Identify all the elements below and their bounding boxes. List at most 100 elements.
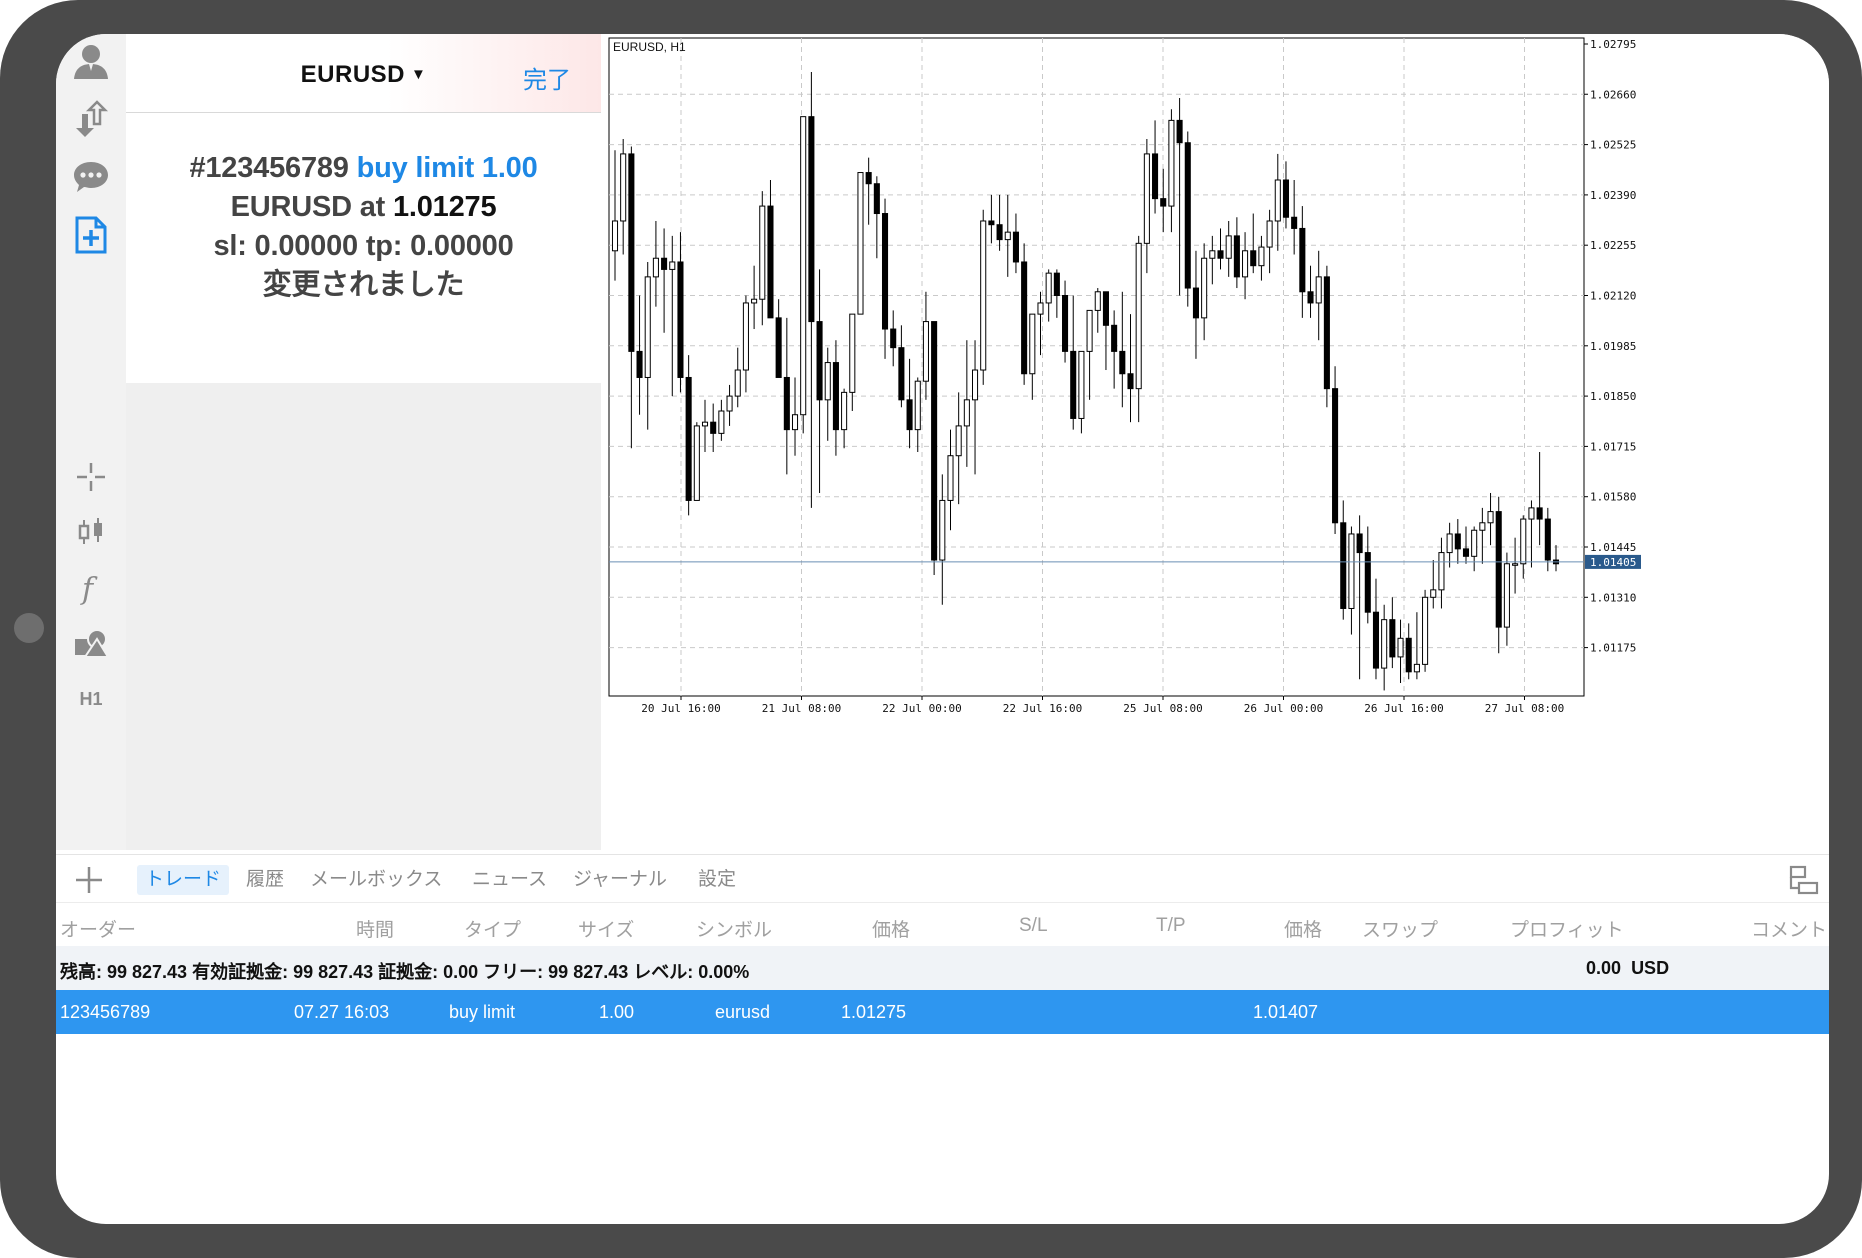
candle-body — [1062, 295, 1069, 352]
candle-body — [652, 257, 659, 278]
timeframe-button[interactable]: H1 — [66, 674, 116, 724]
cell-symbol: eurusd — [715, 1002, 771, 1022]
chevron-down-icon: ▼ — [410, 66, 427, 83]
candle-body — [1512, 563, 1519, 566]
col-order[interactable]: オーダー — [60, 915, 136, 942]
tab-news[interactable]: ニュース — [464, 865, 555, 895]
candle-body — [800, 116, 807, 416]
svg-text:f: f — [80, 572, 98, 605]
candle-body — [1454, 533, 1461, 550]
price-label: 1.02525 — [1590, 139, 1636, 152]
price-chart[interactable]: 1.02795 1.02660 1.02525 1.02390 1.02255 1.021… — [601, 34, 1829, 850]
candle-body — [636, 350, 643, 378]
price-label: 1.02795 — [1590, 38, 1636, 51]
candle-body — [1184, 142, 1191, 289]
layout-icon[interactable] — [1787, 863, 1821, 897]
candle-body — [1053, 272, 1060, 296]
objects-button[interactable] — [66, 618, 116, 668]
candle-body — [1266, 220, 1273, 248]
candle-body — [718, 410, 725, 434]
candle-body — [1160, 198, 1167, 207]
tab-journal[interactable]: ジャーナル — [565, 865, 675, 895]
col-symbol[interactable]: シンボル — [696, 915, 772, 942]
candle-body — [669, 261, 676, 270]
candle-body — [947, 455, 954, 501]
candle-body — [832, 362, 839, 431]
col-profit[interactable]: プロフィット — [1510, 915, 1624, 942]
chart-type-button[interactable] — [66, 507, 116, 557]
price-label: 1.01175 — [1590, 642, 1636, 655]
candle-body — [1323, 276, 1330, 390]
candle-body — [1405, 637, 1412, 673]
table-row[interactable]: 123456789 07.27 16:03 buy limit 1.00 eur… — [56, 990, 1829, 1034]
chart-canvas[interactable]: 1.02795 1.02660 1.02525 1.02390 1.02255 1.021… — [601, 34, 1829, 850]
candle-body — [1045, 272, 1052, 304]
col-current-price[interactable]: 価格 — [1284, 915, 1322, 942]
time-label: 26 Jul 16:00 — [1364, 702, 1443, 715]
col-tp[interactable]: T/P — [1156, 915, 1186, 937]
candle-body — [1471, 529, 1478, 557]
candle-body — [1250, 250, 1257, 267]
tab-history[interactable]: 履歴 — [238, 865, 292, 895]
candle-body — [1201, 257, 1208, 319]
col-swap[interactable]: スワップ — [1362, 915, 1438, 942]
candle-body — [881, 213, 889, 330]
candle-body — [1225, 235, 1232, 259]
candle-body — [751, 298, 758, 304]
new-order-button[interactable] — [66, 210, 116, 260]
balance-profit: 0.00 USD — [1586, 958, 1669, 979]
objects-icon — [75, 629, 109, 658]
msg-line-ticket: #123456789 buy limit 1.00 — [126, 149, 601, 188]
candle-body — [1413, 663, 1420, 673]
quotes-button[interactable] — [66, 36, 116, 86]
col-type[interactable]: タイプ — [464, 915, 521, 942]
price-label: 1.01715 — [1590, 440, 1636, 453]
candle-body — [791, 414, 799, 431]
candle-body — [1291, 216, 1298, 229]
col-time[interactable]: 時間 — [356, 915, 394, 942]
candle-body — [914, 380, 921, 431]
candle-body — [898, 347, 905, 401]
candle-body — [963, 399, 970, 427]
msg-symbol-at: EURUSD at — [230, 191, 386, 223]
crosshair-button[interactable] — [66, 452, 116, 502]
charts-button[interactable] — [66, 94, 116, 144]
tab-trade[interactable]: トレード — [137, 865, 230, 895]
candle-body — [1479, 522, 1486, 531]
candle-body — [816, 321, 823, 401]
candle-body — [759, 205, 766, 300]
col-sl[interactable]: S/L — [1019, 915, 1048, 937]
col-size[interactable]: サイズ — [578, 915, 634, 942]
messages-button[interactable] — [66, 152, 116, 202]
tab-mailbox[interactable]: メールボックス — [302, 865, 450, 895]
user-icon — [74, 45, 108, 79]
new-order-document-icon — [75, 216, 107, 254]
candle-body — [849, 313, 856, 393]
col-comment[interactable]: コメント — [1751, 915, 1827, 942]
price-label: 1.01310 — [1590, 591, 1636, 604]
candle-body — [1430, 589, 1437, 598]
tab-settings[interactable]: 設定 — [690, 865, 744, 895]
candle-body — [1078, 350, 1085, 419]
col-price[interactable]: 価格 — [872, 915, 910, 942]
candle-body — [1487, 511, 1494, 524]
add-icon[interactable] — [72, 863, 106, 897]
cell-time: 07.27 16:03 — [294, 1002, 390, 1022]
candle-body — [939, 499, 946, 561]
candle-body — [955, 425, 962, 457]
candle-body — [1242, 250, 1249, 278]
device-home-button — [14, 613, 44, 643]
cell-size: 1.00 — [599, 1002, 635, 1022]
candle-body — [1389, 619, 1396, 658]
done-button[interactable]: 完了 — [523, 60, 571, 95]
time-label: 26 Jul 00:00 — [1244, 702, 1323, 715]
candle-body — [1495, 511, 1502, 628]
indicators-button[interactable]: f — [66, 563, 116, 613]
app-screen: f H1 EURUSD ▼ 完了 #123456789 buy limit 1.0… — [56, 34, 1829, 1224]
candle-body — [1037, 302, 1044, 315]
candle-body — [1536, 507, 1543, 520]
msg-type-volume: buy limit 1.00 — [356, 152, 538, 184]
time-label: 27 Jul 08:00 — [1485, 702, 1564, 715]
candle-body — [1356, 533, 1363, 554]
order-panel: EURUSD ▼ 完了 #123456789 buy limit 1.00 EUR… — [126, 34, 601, 850]
